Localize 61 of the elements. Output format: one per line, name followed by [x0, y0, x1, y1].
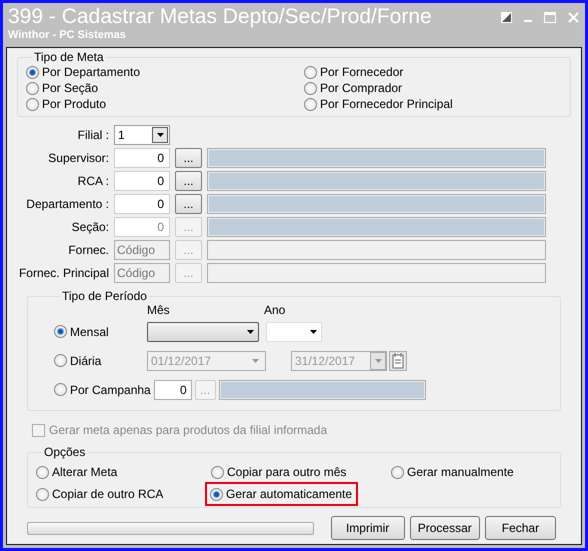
radio-button[interactable] — [26, 98, 39, 110]
radio-label[interactable]: Por Produto — [42, 97, 106, 111]
restore-icon[interactable] — [501, 12, 512, 23]
radio-label[interactable]: Alterar Meta — [52, 465, 118, 479]
radio-button[interactable] — [54, 325, 67, 338]
radio-button[interactable] — [54, 383, 67, 396]
field-label: RCA : — [76, 174, 109, 188]
group-title: Tipo de Período — [61, 289, 148, 303]
radio-button[interactable] — [210, 488, 223, 500]
radio-label[interactable]: Diária — [70, 354, 102, 368]
radio-button[interactable] — [304, 98, 317, 110]
group-title: Opções — [43, 445, 86, 459]
radio-label[interactable]: Copiar de outro RCA — [52, 487, 164, 501]
radio-button[interactable] — [36, 488, 49, 500]
field-label: Fornec. — [67, 243, 109, 257]
radio-label[interactable]: Por Seção — [42, 81, 98, 95]
radio-label[interactable]: Gerar manualmente — [407, 465, 514, 479]
radio-label[interactable]: Por Departamento — [42, 65, 140, 79]
column-label: Mês — [147, 303, 171, 317]
radio-button[interactable] — [36, 466, 49, 478]
radio-button[interactable] — [304, 66, 317, 78]
radio-label[interactable]: Por Fornecedor — [320, 65, 404, 79]
radio-button[interactable] — [54, 354, 67, 367]
radio-button[interactable] — [211, 466, 224, 478]
action-button[interactable]: Fechar — [484, 516, 556, 540]
dropdown[interactable]: 1 — [114, 125, 170, 145]
field-label: Seção: — [70, 220, 109, 234]
caret-icon[interactable] — [156, 133, 164, 137]
group-title: Tipo de Meta — [33, 50, 105, 64]
field-label: Departamento : — [25, 197, 109, 211]
radio-button[interactable] — [26, 82, 39, 94]
column-label: Ano — [264, 303, 286, 317]
caret-icon[interactable] — [247, 330, 254, 334]
browse-button[interactable]: ... — [175, 194, 202, 214]
browse-button[interactable]: ... — [175, 148, 202, 168]
radio-label[interactable]: Por Comprador — [320, 81, 402, 95]
maximize-icon[interactable] — [544, 12, 556, 23]
browse-button[interactable]: ... — [175, 171, 202, 191]
window-subtitle: Winthor - PC Sistemas — [8, 29, 127, 41]
radio-label[interactable]: Por Fornecedor Principal — [320, 97, 453, 111]
radio-button[interactable] — [391, 466, 404, 478]
radio-button[interactable] — [26, 66, 39, 78]
action-button[interactable]: Imprimir — [330, 516, 405, 540]
radio-label[interactable]: Mensal — [70, 324, 109, 338]
radio-label[interactable]: Copiar para outro mês — [227, 465, 346, 479]
radio-label[interactable]: Gerar automaticamente — [226, 487, 352, 501]
radio-label[interactable]: Por Campanha — [70, 382, 151, 396]
window-title: 399 - Cadastrar Metas Depto/Sec/Prod/Forne — [8, 5, 432, 29]
action-button[interactable]: Processar — [410, 516, 480, 540]
close-icon[interactable] — [568, 12, 579, 23]
input-field[interactable]: 0 — [114, 148, 170, 168]
field-label: Fornec. Principal — [18, 266, 109, 280]
caret-icon[interactable] — [310, 330, 317, 334]
input-field[interactable]: 0 — [154, 380, 192, 400]
radio-button[interactable] — [304, 82, 317, 94]
month-dropdown[interactable] — [147, 322, 259, 342]
input-field[interactable]: 0 — [114, 171, 170, 191]
field-label: Filial : — [76, 128, 109, 142]
field-label: Supervisor: — [47, 151, 109, 165]
calendar-icon[interactable] — [389, 350, 407, 370]
input-field[interactable]: 0 — [114, 194, 170, 214]
